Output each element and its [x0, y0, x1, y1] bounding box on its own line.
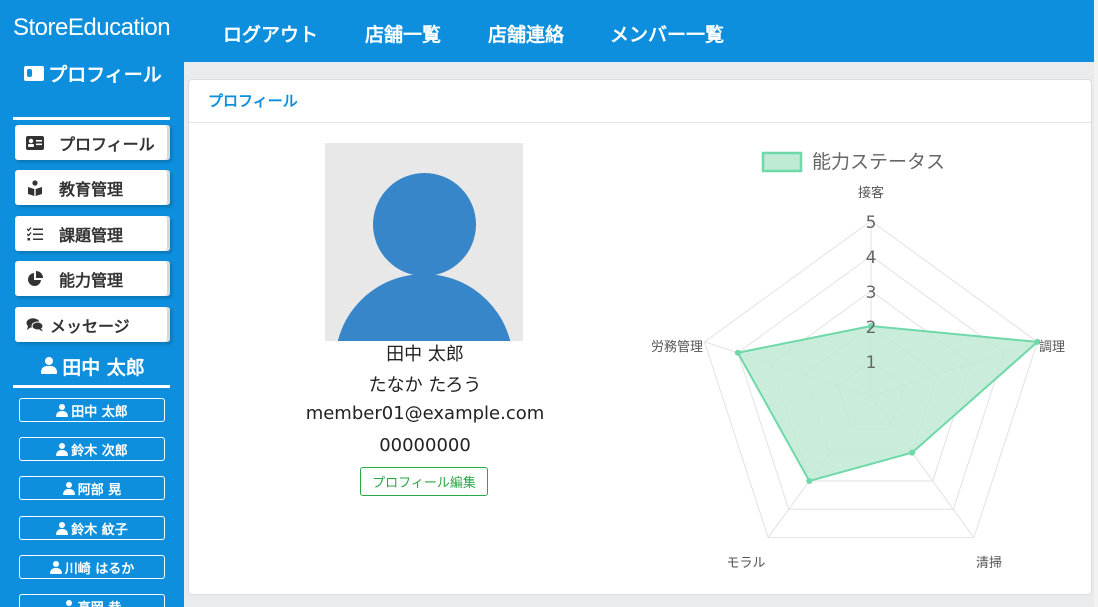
avatar-head-shape	[373, 173, 476, 276]
card-header-title: プロフィール	[189, 80, 1091, 123]
sidebar-item-label: 教育管理	[59, 179, 124, 199]
radar-axis-label: 調理	[1039, 340, 1065, 355]
profile-number: 00000000	[379, 435, 471, 456]
comments-icon	[26, 316, 44, 334]
sidebar-item-ability[interactable]: 能力管理	[15, 261, 170, 296]
user-icon	[62, 599, 75, 607]
radar-tick-label: 2	[866, 318, 877, 338]
book-reader-icon	[26, 179, 44, 197]
user-icon	[56, 403, 69, 417]
sidebar-item-label: プロフィール	[59, 134, 155, 154]
nav-logout[interactable]: ログアウト	[223, 20, 318, 47]
radar-axis-label: 清掃	[976, 555, 1002, 570]
sidebar-divider	[13, 117, 170, 120]
member-button[interactable]: 鈴木 紋子	[19, 516, 165, 540]
profile-email: member01@example.com	[305, 403, 545, 424]
nav-store-list[interactable]: 店舗一覧	[365, 20, 441, 47]
user-icon	[56, 521, 69, 535]
user-icon	[49, 560, 62, 574]
legend-label: 能力ステータス	[812, 151, 945, 173]
member-button[interactable]: 川崎 はるか	[19, 555, 165, 579]
user-icon	[56, 442, 69, 456]
id-card-icon	[24, 66, 45, 81]
radar-data-point	[734, 349, 741, 356]
member-button[interactable]: 高岡 恭	[19, 594, 165, 607]
user-icon	[62, 481, 75, 495]
legend-swatch	[761, 151, 803, 173]
radar-axis-label: 労務管理	[651, 340, 703, 355]
top-navbar: StoreEducation ログアウト 店舗一覧 店舗連絡 メンバー一覧	[0, 0, 1094, 62]
id-card-icon	[26, 134, 44, 152]
radar-tick-label: 3	[866, 283, 877, 303]
sidebar-item-tasks[interactable]: 課題管理	[15, 216, 170, 251]
sidebar-item-label: 能力管理	[59, 270, 124, 290]
sidebar-item-education[interactable]: 教育管理	[15, 170, 170, 205]
sidebar-item-profile[interactable]: プロフィール	[15, 125, 170, 160]
sidebar: プロフィール プロフィール 教育管理 課題管理 能力管理 メッセージ 田中 太郎	[0, 62, 184, 607]
member-button[interactable]: 阿部 晃	[19, 476, 165, 500]
sidebar-user-name: 田中 太郎	[18, 353, 168, 380]
sidebar-item-label: メッセージ	[50, 316, 130, 336]
profile-kana: たなか たろう	[368, 375, 482, 396]
radar-tick-label: 4	[866, 248, 877, 268]
sidebar-item-messages[interactable]: メッセージ	[15, 307, 170, 342]
avatar-image	[325, 143, 523, 341]
nav-member-list[interactable]: メンバー一覧	[610, 20, 724, 47]
window-edge	[1094, 0, 1098, 607]
sidebar-item-label: 課題管理	[59, 225, 124, 245]
user-icon	[41, 357, 58, 374]
task-list-icon	[26, 225, 44, 243]
nav-store-contact[interactable]: 店舗連絡	[488, 20, 564, 47]
radar-axis-label: 接客	[858, 185, 884, 201]
radar-tick-label: 5	[866, 213, 877, 233]
brand-logo[interactable]: StoreEducation	[13, 14, 171, 42]
radar-tick-label: 1	[866, 353, 877, 373]
ability-radar-chart: 1 2 3 4 5 接客調理清掃 モラル 労務管理 能力ステータス	[651, 151, 1065, 570]
sidebar-section-title: プロフィール	[18, 65, 168, 86]
member-button[interactable]: 田中 太郎	[19, 398, 165, 422]
edit-profile-button[interactable]: プロフィール編集	[360, 467, 488, 496]
profile-name: 田中 太郎	[386, 344, 464, 365]
radar-data-area	[736, 324, 1040, 483]
member-button[interactable]: 鈴木 次郎	[19, 437, 165, 461]
radar-data-point	[909, 449, 916, 456]
radar-axis-label: モラル	[726, 556, 765, 570]
radar-data-point	[806, 477, 813, 484]
sidebar-divider	[13, 385, 170, 388]
pie-chart-icon	[26, 270, 44, 288]
avatar-body-shape	[335, 274, 513, 341]
